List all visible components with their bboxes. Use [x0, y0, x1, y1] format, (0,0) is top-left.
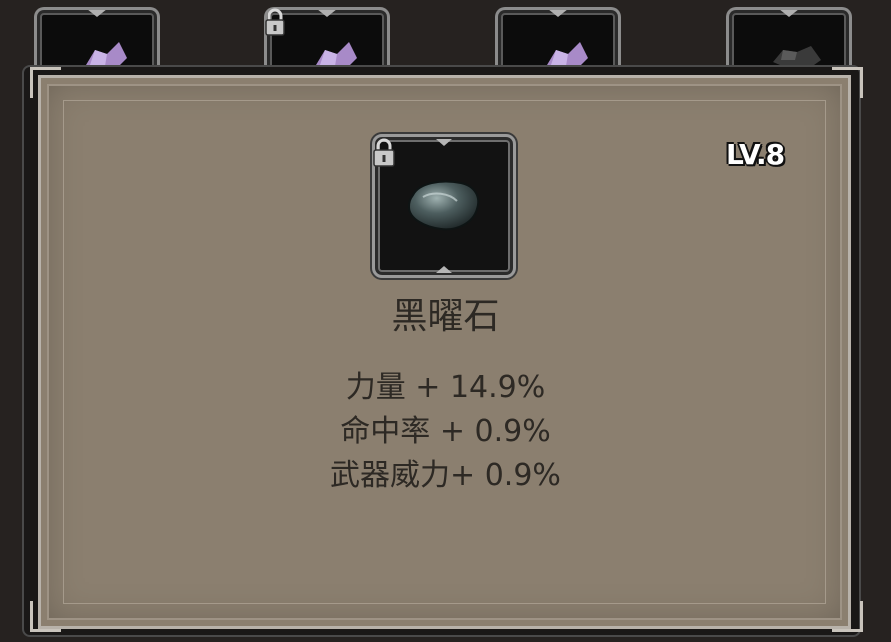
lock-icon [265, 8, 285, 36]
item-name: 黑曜石 [391, 296, 500, 337]
panel-corner-ornament [832, 67, 863, 98]
stat-line: 武器威力+ 0.9% [330, 458, 561, 493]
lock-icon [373, 138, 395, 167]
item-level-label: LV.8 [726, 138, 785, 171]
panel-corner-ornament [832, 601, 863, 632]
panel-corner-ornament [30, 601, 61, 632]
panel-corner-ornament [30, 67, 61, 98]
item-stats-list: 力量 + 14.9% 命中率 + 0.9% 武器威力+ 0.9% [0, 366, 891, 498]
stat-line: 力量 + 14.9% [345, 370, 546, 405]
obsidian-stone-icon [407, 180, 480, 231]
stat-line: 命中率 + 0.9% [340, 414, 551, 449]
